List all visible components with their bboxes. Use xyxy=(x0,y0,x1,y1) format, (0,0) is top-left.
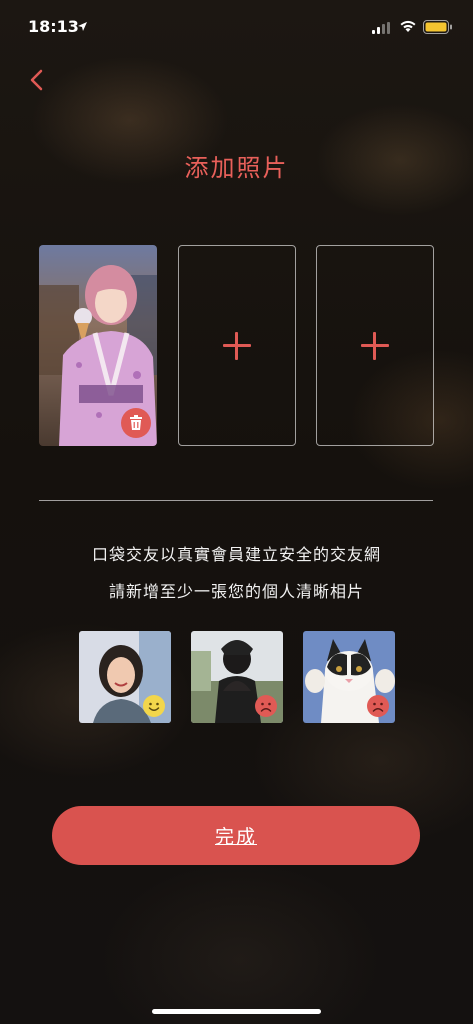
back-button[interactable] xyxy=(22,64,54,96)
battery-icon xyxy=(423,20,452,34)
divider xyxy=(39,500,433,501)
location-arrow-icon xyxy=(78,22,87,31)
example-photo-bad-cat xyxy=(303,631,395,723)
status-time: 18:13 xyxy=(28,17,79,36)
plus-icon xyxy=(361,331,389,360)
wifi-icon xyxy=(400,20,416,32)
status-bar: 18:13 xyxy=(0,0,473,44)
delete-photo-button[interactable] xyxy=(121,408,151,438)
plus-icon xyxy=(223,331,251,360)
photo-slot-1[interactable] xyxy=(39,245,157,446)
example-photo-good xyxy=(79,631,171,723)
trash-icon xyxy=(130,415,142,430)
example-photo-bad-back xyxy=(191,631,283,723)
home-indicator[interactable] xyxy=(152,1009,321,1014)
done-button[interactable]: 完成 xyxy=(52,806,420,865)
sad-face-icon xyxy=(255,695,277,717)
info-text-line-1: 口袋交友以真實會員建立安全的交友網 xyxy=(91,545,381,564)
info-text-line-2: 請新增至少一張您的個人清晰相片 xyxy=(108,582,364,601)
cellular-signal-icon xyxy=(372,22,390,34)
add-photo-slot-3[interactable] xyxy=(316,245,434,446)
chevron-left-icon xyxy=(30,69,43,91)
happy-face-icon xyxy=(143,695,165,717)
add-photo-slot-2[interactable] xyxy=(178,245,296,446)
page-title: 添加照片 xyxy=(184,154,289,182)
sad-face-icon xyxy=(367,695,389,717)
